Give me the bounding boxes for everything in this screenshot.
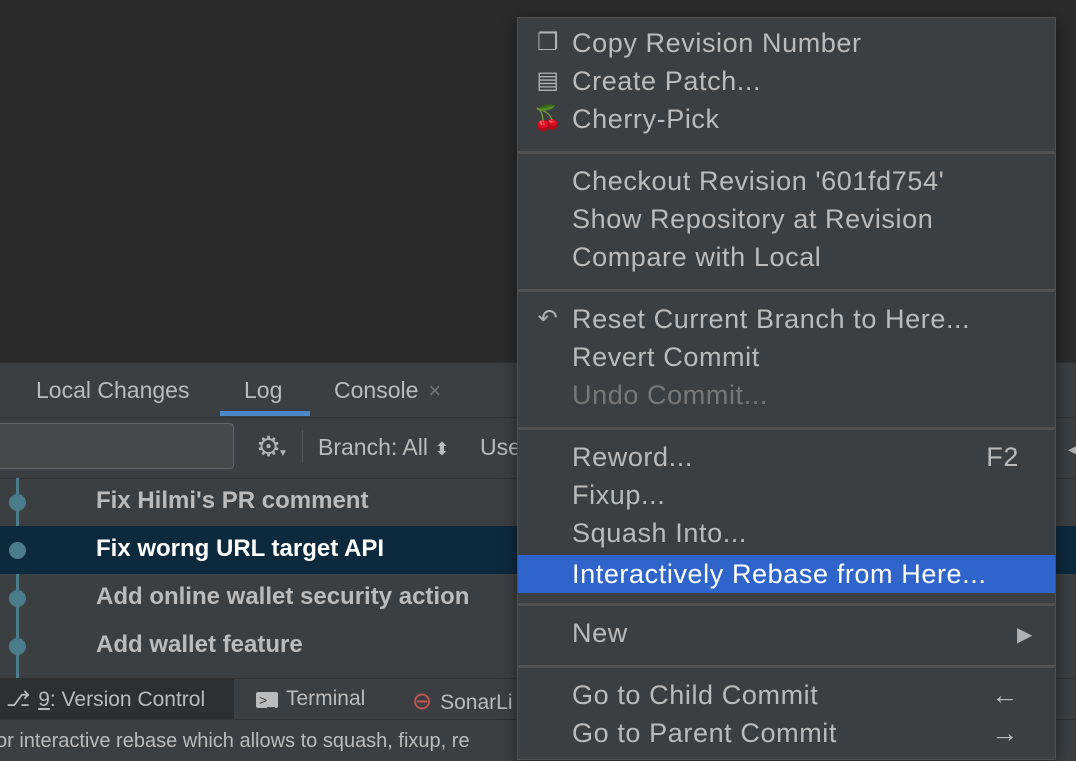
submenu-arrow-icon: ▶	[1017, 624, 1033, 646]
chevron-down-icon: ▼	[278, 448, 288, 459]
menu-item-fixup[interactable]: Fixup...	[518, 476, 1055, 514]
shortcut-label: →	[991, 718, 1019, 748]
menu-item-label: Reword...	[572, 442, 693, 472]
branch-icon: ⎇	[6, 688, 31, 711]
menu-separator	[518, 427, 1055, 430]
menu-item-reset-branch[interactable]: ↶ Reset Current Branch to Here...	[518, 300, 1055, 338]
cherry-icon: 🍒	[532, 105, 564, 132]
toolbar-divider	[302, 430, 303, 462]
shortcut-label: ←	[991, 680, 1019, 710]
copy-icon: ❐	[536, 29, 560, 56]
menu-item-go-to-parent[interactable]: Go to Parent Commit →	[518, 714, 1055, 752]
user-filter[interactable]: Use	[480, 434, 521, 461]
tab-version-control[interactable]: ⎇ 9: Version Control	[0, 679, 234, 719]
chevron-left-icon[interactable]: ◀	[1068, 436, 1076, 462]
shortcut-label: F2	[986, 442, 1019, 472]
menu-item-label: Revert Commit	[572, 342, 760, 372]
menu-item-label: Create Patch...	[572, 66, 762, 96]
menu-item-create-patch[interactable]: ▤ Create Patch...	[518, 62, 1055, 100]
menu-separator	[518, 289, 1055, 292]
menu-item-label: Cherry-Pick	[572, 104, 720, 134]
menu-item-show-repository[interactable]: Show Repository at Revision	[518, 200, 1055, 238]
menu-item-label: Undo Commit...	[572, 380, 768, 410]
branch-filter[interactable]: Branch: All ⬍	[318, 434, 449, 461]
commit-message: Fix worng URL target API	[96, 535, 385, 562]
sonarlint-label: SonarLi	[440, 691, 513, 714]
menu-item-label: Fixup...	[572, 480, 666, 510]
status-message: or interactive rebase which allows to sq…	[0, 730, 470, 752]
version-control-number: 9	[38, 688, 50, 711]
tab-local-changes[interactable]: Local Changes	[36, 377, 189, 404]
menu-item-cherry-pick[interactable]: 🍒 Cherry-Pick	[518, 100, 1055, 138]
tab-sonarlint[interactable]: ⊖ SonarLi	[412, 687, 513, 716]
tab-console-label: Console	[334, 377, 419, 403]
undo-icon: ↶	[537, 305, 559, 332]
search-input[interactable]	[0, 423, 234, 469]
terminal-label: Terminal	[285, 687, 366, 710]
tab-console[interactable]: Console ×	[334, 377, 441, 404]
updown-caret-icon: ⬍	[434, 439, 450, 459]
menu-separator	[518, 665, 1055, 668]
menu-item-reword[interactable]: Reword... F2	[518, 438, 1055, 476]
menu-item-checkout-revision[interactable]: Checkout Revision '601fd754'	[518, 162, 1055, 200]
commit-message: Add online wallet security action	[96, 583, 470, 610]
tab-terminal[interactable]: >_ Terminal	[256, 687, 365, 711]
menu-item-label: Reset Current Branch to Here...	[572, 304, 971, 334]
tab-log[interactable]: Log	[244, 377, 282, 404]
menu-item-label: Copy Revision Number	[572, 28, 862, 58]
commit-node	[9, 494, 26, 511]
menu-separator	[518, 603, 1055, 606]
patch-icon: ▤	[536, 67, 560, 94]
commit-message: Add wallet feature	[96, 631, 303, 658]
commit-node	[9, 590, 26, 607]
menu-separator	[518, 151, 1055, 154]
menu-item-squash-into[interactable]: Squash Into...	[518, 514, 1055, 552]
close-icon[interactable]: ×	[428, 378, 441, 403]
branch-filter-label: Branch: All	[318, 434, 428, 460]
commit-message: Fix Hilmi's PR comment	[96, 487, 369, 514]
menu-item-label: Go to Child Commit	[572, 680, 819, 710]
menu-item-go-to-child[interactable]: Go to Child Commit ←	[518, 676, 1055, 714]
menu-item-label: Compare with Local	[572, 242, 822, 272]
menu-item-label: Show Repository at Revision	[572, 204, 934, 234]
commit-node	[9, 542, 26, 559]
menu-item-compare-local[interactable]: Compare with Local	[518, 238, 1055, 276]
menu-item-new[interactable]: New ▶	[518, 614, 1055, 652]
menu-item-copy-revision[interactable]: ❐ Copy Revision Number	[518, 24, 1055, 62]
menu-item-interactive-rebase[interactable]: Interactively Rebase from Here...	[518, 555, 1055, 593]
active-tab-indicator	[220, 411, 310, 416]
commit-context-menu: ❐ Copy Revision Number ▤ Create Patch...…	[517, 17, 1056, 760]
menu-item-label: Go to Parent Commit	[572, 718, 837, 748]
menu-item-label: Interactively Rebase from Here...	[572, 559, 987, 589]
sonarlint-icon: ⊖	[412, 688, 433, 715]
menu-item-revert-commit[interactable]: Revert Commit	[518, 338, 1055, 376]
terminal-icon: >_	[256, 692, 278, 708]
menu-item-label: Checkout Revision '601fd754'	[572, 166, 945, 196]
menu-item-undo-commit: Undo Commit...	[518, 376, 1055, 414]
version-control-label: : Version Control	[49, 688, 206, 711]
menu-item-label: New	[572, 618, 628, 648]
menu-item-label: Squash Into...	[572, 518, 748, 548]
commit-node	[9, 638, 26, 655]
